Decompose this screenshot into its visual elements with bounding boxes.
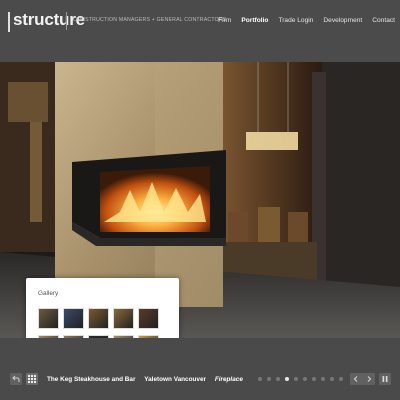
nav-item-development[interactable]: Development [323,17,362,24]
gallery-thumbnail[interactable] [113,308,134,329]
slide-dot[interactable] [321,377,325,381]
back-arrow-icon [12,375,20,382]
prev-arrow-icon [354,376,358,382]
pause-button[interactable] [379,373,391,385]
site-tagline: CONSTRUCTION MANAGERS + GENERAL CONTRACT… [73,17,227,23]
gallery-thumbnail[interactable] [38,308,59,329]
gallery-thumbnail[interactable] [138,308,159,329]
slide-dot[interactable] [303,377,307,381]
grid-button[interactable] [26,373,38,385]
slide-dot[interactable] [294,377,298,381]
logo-bar [8,12,10,32]
slide-dot[interactable] [312,377,316,381]
slide-dot[interactable] [285,377,289,381]
footer-bar: The Keg Steakhouse and Bar Yaletown Vanc… [0,338,400,400]
nav-item-portfolio[interactable]: Portfolio [241,17,268,24]
main-nav: Firm Portfolio Trade Login Development C… [208,17,395,24]
slide-dot[interactable] [258,377,262,381]
slide-arrows [350,373,375,385]
next-button[interactable] [363,373,376,385]
pause-icon [382,376,388,382]
gallery-title: Gallery [38,290,59,297]
nav-item-contact[interactable]: Contact [372,17,395,24]
nav-item-trade-login[interactable]: Trade Login [278,17,313,24]
slide-dot[interactable] [330,377,334,381]
site-header: structure CONSTRUCTION MANAGERS + GENERA… [0,0,400,62]
slide-caption: The Keg Steakhouse and Bar Yaletown Vanc… [47,376,250,383]
grid-icon [28,375,36,383]
caption-project: The Keg Steakhouse and Bar [47,376,136,383]
gallery-thumbnail[interactable] [63,308,84,329]
next-arrow-icon [367,376,371,382]
slide-dot[interactable] [276,377,280,381]
slide-dot[interactable] [267,377,271,381]
slide-dot[interactable] [339,377,343,381]
prev-button[interactable] [350,373,363,385]
slide-dots [258,377,343,381]
caption-feature: Fireplace [214,376,243,383]
nav-item-firm[interactable]: Firm [218,17,231,24]
back-button[interactable] [10,373,22,385]
caption-location: Yaletown Vancouver [144,376,207,383]
logo-divider [66,12,67,30]
gallery-thumbnail[interactable] [88,308,109,329]
